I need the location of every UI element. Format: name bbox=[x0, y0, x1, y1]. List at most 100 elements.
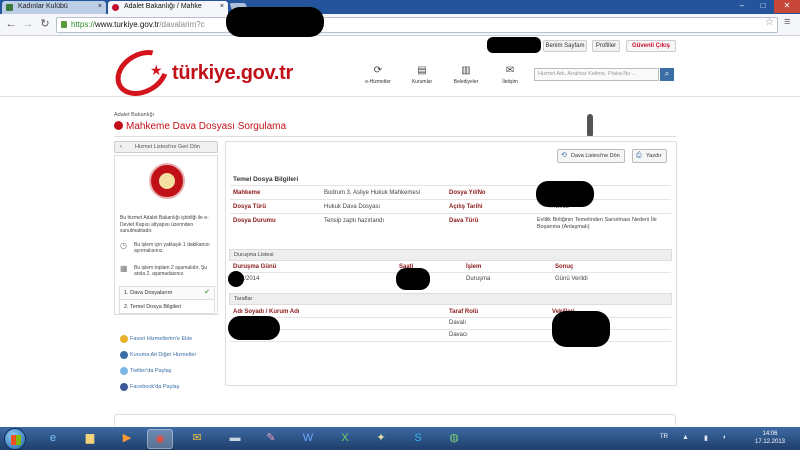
forward-button[interactable]: → bbox=[21, 18, 35, 32]
star-icon bbox=[120, 335, 128, 343]
tab-adalet-bakanligi[interactable]: Adalet Bakanlığı / Mahke × bbox=[108, 1, 228, 14]
clock-time: 14:06 bbox=[762, 431, 778, 437]
twitter-share-link[interactable]: Twitter'da Paylaş bbox=[120, 367, 230, 375]
show-hidden-icons[interactable]: ▲ bbox=[682, 434, 689, 441]
turkiye-gov-logo[interactable]: ★ türkiye.gov.tr bbox=[107, 40, 324, 106]
stage-text: Bu işlem toplam 2 aşamalıdır, Şu anda 2.… bbox=[134, 265, 208, 277]
my-page-link[interactable]: Benim Sayfam bbox=[543, 40, 587, 52]
nav-kurumlar[interactable]: ▤ Kurumlar bbox=[402, 66, 442, 86]
network-icon[interactable]: ▮ bbox=[704, 434, 708, 442]
site-search-input[interactable]: Hizmet Adı, Anahtar Kelime, Plaka No ... bbox=[534, 68, 659, 81]
redaction-mark bbox=[228, 316, 280, 340]
scanner-icon[interactable]: ▬ bbox=[222, 429, 248, 449]
nav-label: e-Hizmetler bbox=[365, 79, 391, 85]
button-label: Yazdır bbox=[646, 153, 662, 159]
mail-icon[interactable]: ✉ bbox=[184, 429, 210, 449]
redaction-mark bbox=[487, 37, 541, 53]
media-icon[interactable]: ▶ bbox=[114, 429, 140, 449]
parties-section-header: Taraflar bbox=[229, 293, 672, 305]
nav-e-hizmetler[interactable]: ⟳ e-Hizmetler bbox=[358, 66, 398, 86]
row-divider bbox=[230, 199, 671, 200]
steps-icon: ▦ bbox=[120, 264, 128, 273]
paint-icon[interactable]: ✎ bbox=[258, 429, 284, 449]
excel-icon[interactable]: X bbox=[332, 429, 358, 449]
back-button[interactable]: ← bbox=[4, 18, 18, 32]
share-label: Favori Hizmetlerim'e Ekle bbox=[130, 336, 193, 342]
share-label: Kuruma Ait Diğer Hizmetler bbox=[130, 352, 197, 358]
file-type-value: Hukuk Dava Dosyası bbox=[324, 204, 381, 210]
language-indicator[interactable]: TR bbox=[660, 434, 668, 440]
star-logo-icon: ★ bbox=[150, 62, 163, 78]
footer-panel bbox=[114, 414, 676, 426]
hearing-col-date: Duruşma Günü bbox=[233, 264, 277, 270]
redaction-mark bbox=[552, 311, 610, 347]
ie-icon[interactable]: e bbox=[40, 429, 66, 449]
stage-info: ▦ Bu işlem toplam 2 aşamalıdır, Şu anda … bbox=[120, 264, 216, 278]
contact-icon: ✉ bbox=[505, 65, 515, 76]
search-button[interactable]: ⌕ bbox=[660, 68, 674, 81]
page-title: Mahkeme Dava Dosyası Sorgulama bbox=[114, 121, 286, 133]
tab-title: Kadınlar Kulübü bbox=[18, 3, 68, 10]
search-icon: ⌕ bbox=[664, 69, 670, 78]
minimize-button[interactable]: – bbox=[731, 0, 753, 13]
tab-favicon bbox=[6, 4, 13, 11]
case-type-value: Evlilik Birliğinin Temelinden Sarsılması… bbox=[537, 217, 657, 230]
nav-iletisim[interactable]: ✉ İletişim bbox=[490, 65, 530, 86]
nav-label: Kurumlar bbox=[411, 79, 433, 85]
row-divider bbox=[230, 272, 671, 273]
logout-button[interactable]: Güvenli Çıkış bbox=[626, 40, 676, 52]
skype-icon[interactable]: S bbox=[405, 429, 431, 449]
button-label: Dava Listesi'ne Dön bbox=[571, 153, 620, 159]
step-dava-dosyalarim[interactable]: 1. Dava Dosyalarım ✔ bbox=[120, 287, 214, 300]
facebook-icon bbox=[120, 383, 128, 391]
tools-icon[interactable]: ✦ bbox=[368, 429, 394, 449]
close-window-button[interactable]: ✕ bbox=[774, 0, 800, 13]
print-button[interactable]: ⎙ Yazdır bbox=[632, 149, 667, 163]
clock-icon: ◷ bbox=[120, 241, 127, 250]
volume-icon[interactable]: ◖ bbox=[722, 434, 726, 441]
row-divider bbox=[230, 213, 671, 214]
browser-menu-icon[interactable]: ≡ bbox=[784, 16, 790, 28]
status-value: Tensip zaptı hazırlandı bbox=[324, 218, 385, 224]
court-value: Bodrum 3. Asliye Hukuk Mahkemesi bbox=[324, 190, 421, 196]
hearing-col-result: Sonuç bbox=[555, 264, 574, 270]
hearings-section-header: Duruşma Listesi bbox=[229, 249, 672, 261]
tab-close-icon[interactable]: × bbox=[98, 1, 102, 13]
breadcrumb[interactable]: Adalet Bakanlığı bbox=[114, 112, 154, 118]
hearing-result: Günü Verildi bbox=[555, 276, 588, 282]
ministry-emblem bbox=[149, 163, 185, 199]
globe-icon[interactable]: ◍ bbox=[441, 429, 467, 449]
folder-icon[interactable]: ▆ bbox=[77, 429, 103, 449]
lock-icon bbox=[61, 21, 67, 28]
url-path: /davalarim?c bbox=[159, 20, 205, 29]
clock-date: 17.12.2013 bbox=[754, 439, 786, 445]
nav-belediyeler[interactable]: ▥ Belediyeler bbox=[446, 66, 486, 86]
logo-text: türkiye.gov.tr bbox=[172, 62, 294, 84]
address-bar[interactable]: https://www.turkiye.gov.tr/davalarim?c bbox=[56, 17, 778, 33]
party-col-role: Taraf Rolü bbox=[449, 309, 479, 315]
chrome-icon[interactable]: ◉ bbox=[147, 429, 173, 449]
back-to-service-list-button[interactable]: ‹ Hizmet Listesi'ne Geri Dön bbox=[114, 141, 218, 153]
share-label: Facebook'da Paylaş bbox=[130, 384, 180, 390]
chevron-left-icon: ‹ bbox=[120, 144, 122, 150]
nav-label: Belediyeler bbox=[453, 79, 479, 85]
bookmark-star-icon[interactable]: ☆ bbox=[765, 17, 774, 28]
reload-button[interactable]: ↻ bbox=[38, 18, 52, 32]
start-button[interactable] bbox=[4, 428, 26, 450]
step-temel-dosya-bilgileri[interactable]: 2. Temel Dosya Bilgileri bbox=[120, 301, 214, 314]
system-clock[interactable]: 14:06 17.12.2013 bbox=[750, 430, 790, 446]
tab-close-icon[interactable]: × bbox=[220, 1, 224, 13]
twitter-icon bbox=[120, 367, 128, 375]
word-icon[interactable]: W bbox=[295, 429, 321, 449]
add-favorite-link[interactable]: Favori Hizmetlerim'e Ekle bbox=[120, 335, 230, 343]
back-to-case-list-button[interactable]: ⟲ Dava Listesi'ne Dön bbox=[557, 149, 625, 163]
maximize-button[interactable]: □ bbox=[752, 0, 774, 13]
step-label: 2. Temel Dosya Bilgileri bbox=[124, 304, 182, 310]
profiles-link[interactable]: Profiller bbox=[592, 40, 620, 52]
other-services-link[interactable]: Kuruma Ait Diğer Hizmetler bbox=[120, 351, 230, 359]
screen: Kadınlar Kulübü × Adalet Bakanlığı / Mah… bbox=[0, 0, 800, 450]
tab-kadinlar-kulubu[interactable]: Kadınlar Kulübü × bbox=[2, 1, 106, 14]
status-label: Dosya Durumu bbox=[233, 218, 276, 224]
facebook-share-link[interactable]: Facebook'da Paylaş bbox=[120, 383, 230, 391]
share-label: Twitter'da Paylaş bbox=[130, 368, 172, 374]
